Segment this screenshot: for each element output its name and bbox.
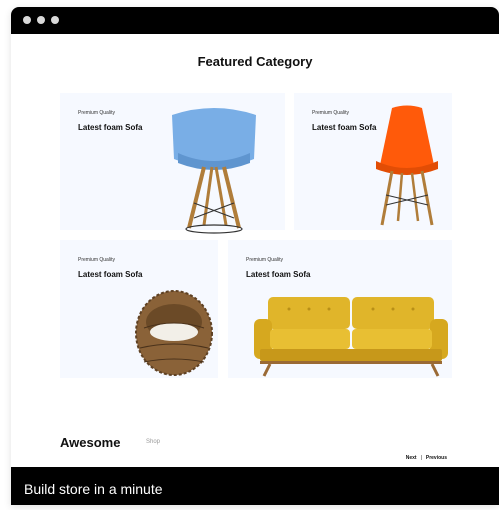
window-dot-icon[interactable] [51,16,59,24]
shop-tab[interactable]: Shop [146,439,160,445]
card-kicker: Premium Quality [312,110,349,116]
card-title: Latest foam Sofa [78,123,143,132]
orange-chair-image [376,105,438,226]
card-title: Latest foam Sofa [312,123,377,132]
caption-text: Build store in a minute [24,481,163,497]
card-title: Latest foam Sofa [78,270,143,279]
browser-window: Featured Category Premium Quality Latest… [11,7,499,505]
previous-link[interactable]: Previous [426,455,447,461]
pager: Next | Previous [406,455,447,461]
pager-separator: | [420,455,422,461]
page-title: Featured Category [197,54,313,69]
category-card[interactable]: Premium Quality Latest foam Sofa [228,240,452,378]
wicker-chair-image [135,290,213,376]
card-kicker: Premium Quality [246,257,283,263]
category-card[interactable]: Premium Quality Latest foam Sofa [294,93,452,230]
yellow-sofa-image [254,297,448,377]
window-dot-icon[interactable] [37,16,45,24]
card-kicker: Premium Quality [78,257,115,263]
next-link[interactable]: Next [406,455,417,461]
category-card[interactable]: Premium Quality Latest foam Sofa [60,240,218,378]
card-title: Latest foam Sofa [246,270,311,279]
section-title: Awesome [60,435,121,450]
window-titlebar [11,7,499,34]
caption-bar: Build store in a minute [11,467,499,505]
card-kicker: Premium Quality [78,110,115,116]
blue-chair-image [172,108,256,234]
window-dot-icon[interactable] [23,16,31,24]
category-card[interactable]: Premium Quality Latest foam Sofa [60,93,285,234]
